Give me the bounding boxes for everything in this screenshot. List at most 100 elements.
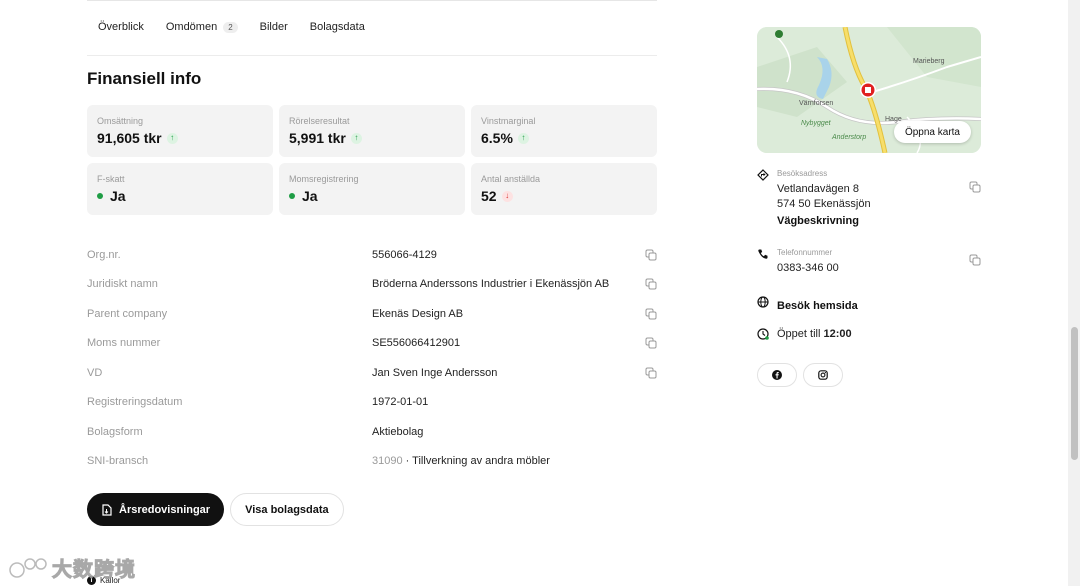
info-label: Parent company (87, 307, 168, 320)
stat-value: Ja (110, 188, 126, 204)
info-value: Aktiebolag (372, 425, 424, 438)
website-link[interactable]: Besök hemsida (757, 296, 858, 314)
show-company-data-button[interactable]: Visa bolagsdata (230, 493, 344, 526)
map-label-varnforsen: Värnforsen (799, 100, 833, 107)
copy-icon[interactable] (645, 308, 657, 320)
stat-label: Antal anställda (481, 174, 541, 184)
company-info-table: Org.nr. 556066-4129 Juridiskt namn Bröde… (87, 240, 657, 476)
tab-label: Bolagsdata (309, 21, 365, 33)
info-value: Ekenäs Design AB (372, 307, 464, 320)
facebook-button[interactable] (757, 363, 797, 387)
street-address: Vetlandavägen 8 (777, 183, 859, 195)
section-title: Finansiell info (87, 69, 202, 88)
info-label: Juridiskt namn (87, 278, 158, 291)
tab-images[interactable]: Bilder (249, 16, 299, 38)
info-row-legal-name: Juridiskt namn Bröderna Anderssons Indus… (87, 270, 657, 300)
button-label: Öppna karta (904, 126, 960, 138)
phone-icon (758, 249, 768, 259)
arrow-up-icon: ↑ (166, 132, 178, 144)
stat-value-row: Ja (289, 188, 455, 204)
info-label: Org.nr. (87, 248, 121, 261)
info-row-company-form: Bolagsform Aktiebolag (87, 417, 657, 447)
annual-reports-button[interactable]: Årsredovisningar (87, 493, 225, 526)
top-divider (87, 0, 657, 1)
info-label: Moms nummer (87, 337, 161, 350)
sni-code: 31090 (372, 455, 403, 468)
info-label: Bolagsform (87, 425, 143, 438)
stat-revenue: Omsättning 91,605 tkr ↑ (87, 105, 273, 157)
tab-overview[interactable]: Överblick (87, 16, 155, 38)
phone-number: 0383-346 00 (777, 262, 839, 274)
copy-icon[interactable] (645, 367, 657, 379)
stat-f-tax: F-skatt Ja (87, 163, 273, 215)
location-map[interactable]: Marieberg Värnforsen Hage Nybygget Ander… (757, 27, 981, 153)
stat-value-row: 6.5% ↑ (481, 130, 647, 146)
tab-bar: Överblick Omdömen 2 Bilder Bolagsdata (87, 16, 657, 56)
instagram-button[interactable] (803, 363, 843, 387)
action-buttons: Årsredovisningar Visa bolagsdata (87, 493, 344, 526)
watermark-logo: 大数跨境 (8, 553, 136, 582)
stat-operating-result: Rörelseresultat 5,991 tkr ↑ (279, 105, 465, 157)
status-dot-icon (289, 193, 295, 199)
stat-value-row: 91,605 tkr ↑ (97, 130, 263, 146)
website-label: Besök hemsida (777, 300, 858, 312)
review-count-badge: 2 (223, 21, 238, 33)
status-dot-icon (97, 193, 103, 199)
watermark-text: 大数跨境 (52, 557, 136, 582)
copy-icon[interactable] (645, 337, 657, 349)
button-label: Årsredovisningar (119, 503, 211, 516)
phone-contact: Telefonnummer 0383-346 00 (757, 248, 981, 276)
opening-line: Öppet till 12:00 (777, 328, 852, 340)
tab-label: Bilder (259, 21, 288, 33)
info-value: Bröderna Anderssons Industrier i Ekenäss… (372, 278, 610, 291)
stat-value: 52 (481, 188, 497, 204)
info-row-vat-number: Moms nummer SE556066412901 (87, 329, 657, 359)
info-label: Registreringsdatum (87, 396, 183, 409)
directions-link[interactable]: Vägbeskrivning (777, 215, 981, 227)
opening-time: 12:00 (823, 328, 852, 340)
copy-icon[interactable] (969, 254, 981, 266)
stat-label: F-skatt (97, 174, 125, 184)
stat-label: Rörelseresultat (289, 116, 350, 126)
stat-employees: Antal anställda 52 ↓ (471, 163, 657, 215)
arrow-up-icon: ↑ (350, 132, 362, 144)
tab-label: Omdömen (165, 21, 218, 33)
page-scrollbar[interactable] (1068, 0, 1080, 586)
social-links (757, 363, 843, 387)
arrow-up-icon: ↑ (517, 132, 529, 144)
financial-stats: Omsättning 91,605 tkr ↑ Rörelseresultat 5… (87, 105, 657, 215)
map-label-marieberg: Marieberg (913, 58, 945, 65)
stat-label: Vinstmarginal (481, 116, 536, 126)
watermark-symbol-icon (9, 557, 47, 578)
info-label: SNI-bransch (87, 455, 149, 468)
copy-icon[interactable] (645, 249, 657, 261)
postal-city: 574 50 Ekenässjön (777, 198, 871, 210)
info-row-parent-company: Parent company Ekenäs Design AB (87, 299, 657, 329)
phone-label: Telefonnummer (777, 248, 833, 257)
stat-value: Ja (302, 188, 318, 204)
globe-icon (757, 296, 769, 308)
info-value: Jan Sven Inge Andersson (372, 366, 498, 379)
tab-company-data[interactable]: Bolagsdata (299, 16, 376, 38)
map-label-nybygget: Nybygget (801, 120, 832, 127)
facebook-icon (772, 370, 782, 380)
sni-description: · Tillverkning av andra möbler (402, 455, 550, 468)
map-poi-icon (775, 30, 783, 38)
clock-icon (757, 328, 769, 340)
info-row-ceo: VD Jan Sven Inge Andersson (87, 358, 657, 388)
stat-value: 5,991 tkr (289, 130, 346, 146)
stat-label: Momsregistrering (289, 174, 359, 184)
scrollbar-thumb[interactable] (1071, 327, 1078, 460)
copy-icon[interactable] (645, 278, 657, 290)
open-map-button[interactable]: Öppna karta (893, 121, 971, 143)
copy-icon[interactable] (969, 181, 981, 193)
info-label: VD (87, 366, 103, 379)
instagram-icon (818, 370, 828, 380)
stat-value-row: Ja (97, 188, 263, 204)
tab-reviews[interactable]: Omdömen 2 (155, 16, 249, 38)
stat-value-row: 52 ↓ (481, 188, 647, 204)
info-value: 556066-4129 (372, 248, 437, 261)
info-value: 1972-01-01 (372, 396, 429, 409)
info-value: SE556066412901 (372, 337, 461, 350)
info-row-org-nr: Org.nr. 556066-4129 (87, 240, 657, 270)
